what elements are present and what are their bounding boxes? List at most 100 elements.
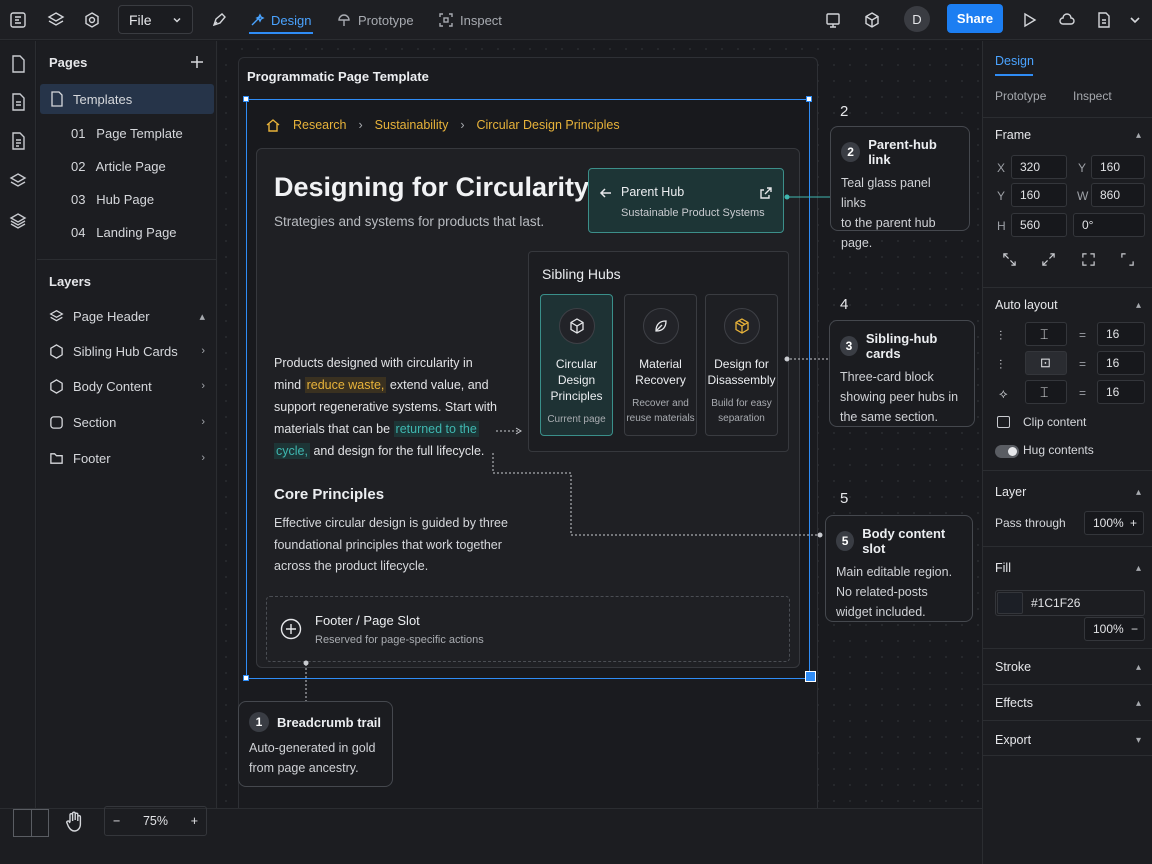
- tab-prototype[interactable]: Prototype: [336, 0, 414, 40]
- zoom-control[interactable]: − 75% +: [104, 806, 207, 836]
- avatar[interactable]: D: [904, 6, 930, 32]
- stroke-section[interactable]: Stroke ▴: [983, 648, 1152, 684]
- padding-field[interactable]: 16: [1097, 351, 1145, 375]
- document-list-icon[interactable]: [7, 91, 29, 113]
- zoom-out-icon[interactable]: −: [113, 814, 120, 828]
- components-icon[interactable]: [79, 7, 105, 33]
- opacity-value: 100%: [1093, 516, 1124, 530]
- gap-field[interactable]: 16: [1097, 322, 1145, 346]
- y-field[interactable]: 160: [1091, 155, 1145, 179]
- expand-icon[interactable]: ▴: [1136, 662, 1141, 673]
- play-icon[interactable]: [1016, 7, 1042, 33]
- page-item-hub-page[interactable]: 03 Hub Page: [40, 184, 214, 214]
- layer-item-sibling-hub-cards[interactable]: Sibling Hub Cards ›: [37, 334, 217, 368]
- chevron-right-icon[interactable]: ›: [201, 416, 205, 428]
- page-item-label: 02 Article Page: [71, 158, 166, 174]
- layout-toggle-icon[interactable]: [13, 809, 49, 837]
- main-menu-icon[interactable]: [5, 7, 31, 33]
- connector-sibling-hubs: [784, 356, 830, 362]
- file-icon[interactable]: [7, 53, 29, 75]
- stack-icon[interactable]: [7, 170, 29, 192]
- page-item-page-template[interactable]: 01 Page Template: [40, 118, 214, 148]
- chevron-right-icon[interactable]: ›: [201, 345, 205, 357]
- layer-label: Body Content: [73, 378, 152, 394]
- stack-icon: [49, 309, 64, 321]
- collapse-icon[interactable]: ▴: [1136, 300, 1141, 311]
- rp-tab-design[interactable]: Design: [995, 54, 1034, 68]
- page-item-article-page[interactable]: 02 Article Page: [40, 151, 214, 181]
- effects-section[interactable]: Effects ▴: [983, 684, 1152, 720]
- chevron-right-icon[interactable]: ›: [201, 452, 205, 464]
- layer-opacity-field[interactable]: 100% +: [1084, 511, 1144, 535]
- chevron-down-icon[interactable]: ▾: [1136, 735, 1141, 746]
- annotation-body-content: 5 Body content slot Main editable region.…: [825, 515, 973, 622]
- align-center-icon[interactable]: ⟡: [999, 386, 1008, 402]
- rp-tab-inspect[interactable]: Inspect: [1073, 89, 1112, 103]
- fullscreen-icon[interactable]: [1081, 252, 1096, 267]
- more-icon[interactable]: [1122, 7, 1148, 33]
- prototype-icon: [338, 14, 350, 26]
- export-section[interactable]: Export ▾: [983, 720, 1152, 756]
- fill-color-swatch[interactable]: [997, 592, 1023, 614]
- share-button[interactable]: Share: [947, 4, 1003, 33]
- pen-tool-icon[interactable]: [206, 7, 232, 33]
- marker-number: 5: [840, 490, 849, 507]
- file-dropdown[interactable]: File: [118, 5, 193, 34]
- document-icon[interactable]: [1091, 7, 1117, 33]
- zoom-in-icon[interactable]: +: [191, 814, 198, 828]
- caret-up-icon[interactable]: ▴: [199, 310, 205, 323]
- expand-icon[interactable]: ▴: [1136, 698, 1141, 709]
- rotation-field[interactable]: 0°: [1073, 213, 1145, 237]
- checkbox-clip-content[interactable]: [997, 416, 1010, 428]
- fill-opacity-field[interactable]: 100% −: [1084, 617, 1145, 641]
- canvas[interactable]: Programmatic Page Template Research › Su…: [218, 41, 982, 809]
- fill-section-title: Fill: [995, 561, 1011, 575]
- cloud-sync-icon[interactable]: [1054, 7, 1080, 33]
- add-page-icon[interactable]: [189, 54, 205, 70]
- expand-icon[interactable]: [1041, 252, 1056, 267]
- collapse-icon[interactable]: ▴: [1136, 487, 1141, 498]
- page-item-templates[interactable]: Templates: [40, 84, 214, 114]
- file-label: File: [129, 11, 152, 28]
- annotation-sibling-hubs: 3 Sibling-hub cards Three-card block showi…: [829, 320, 975, 427]
- align-vertical-icon[interactable]: ⫶: [999, 328, 1002, 344]
- notes-icon[interactable]: [7, 130, 29, 152]
- layer-item-section[interactable]: Section ›: [37, 405, 217, 439]
- hug-toggle[interactable]: [995, 445, 1019, 458]
- frame-section: Frame ▴ X 320 Y 160 Y 160 W 860 H 560 0°: [983, 117, 1152, 287]
- resize-to-fit-icon[interactable]: [1002, 252, 1017, 267]
- plus-icon[interactable]: +: [1130, 516, 1137, 530]
- tab-design[interactable]: Design: [249, 0, 313, 40]
- rp-tab-prototype[interactable]: Prototype: [995, 89, 1046, 103]
- vertical-align-icon[interactable]: ⌶: [1025, 380, 1067, 404]
- y-field[interactable]: 160: [1011, 183, 1067, 207]
- fill-color-row[interactable]: #1C1F26: [995, 590, 1145, 616]
- annotation-breadcrumb: 1 Breadcrumb trail Auto-generated in gold…: [238, 701, 393, 787]
- tab-inspect[interactable]: Inspect: [438, 0, 502, 40]
- layer-item-page-header[interactable]: Page Header ▴: [37, 299, 217, 333]
- distribute-icon[interactable]: ⫶: [999, 357, 1002, 373]
- assets-icon[interactable]: [7, 210, 29, 232]
- x-field[interactable]: 320: [1011, 155, 1067, 179]
- opacity-value: 100%: [1093, 622, 1124, 636]
- spacing-mode-icon[interactable]: ⌶: [1025, 322, 1067, 346]
- chevron-right-icon[interactable]: ›: [201, 380, 205, 392]
- width-field[interactable]: 860: [1091, 183, 1145, 207]
- blend-mode[interactable]: Pass through: [995, 516, 1066, 530]
- page-item-landing-page[interactable]: 04 Landing Page: [40, 217, 214, 247]
- minus-icon[interactable]: −: [1131, 622, 1138, 636]
- layer-item-footer[interactable]: Footer ›: [37, 441, 217, 475]
- collapse-icon[interactable]: ▴: [1136, 563, 1141, 574]
- page-item-label: Templates: [73, 91, 133, 107]
- collapse-icon[interactable]: ▴: [1136, 130, 1141, 141]
- layers-icon[interactable]: [43, 7, 69, 33]
- left-panel: Pages Templates 01 Page Template 02 Arti…: [37, 41, 217, 864]
- height-field[interactable]: 560: [1011, 213, 1067, 237]
- layer-item-body-content[interactable]: Body Content ›: [37, 369, 217, 403]
- margin-field[interactable]: 16: [1097, 380, 1145, 404]
- constrain-icon[interactable]: [1120, 252, 1135, 267]
- plugins-icon[interactable]: [859, 7, 885, 33]
- padding-mode-icon[interactable]: ⊡: [1025, 351, 1067, 375]
- present-icon[interactable]: [820, 7, 846, 33]
- hand-tool-icon[interactable]: [64, 811, 84, 833]
